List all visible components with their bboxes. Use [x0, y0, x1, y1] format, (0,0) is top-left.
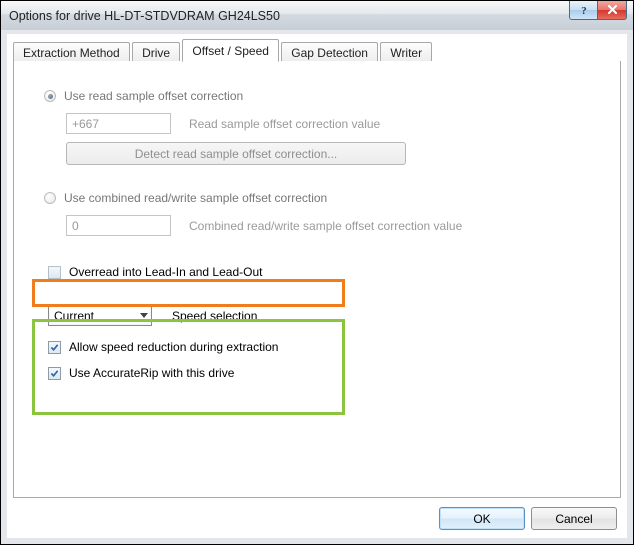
- label-speed-selection: Speed selection: [172, 309, 257, 323]
- speed-select[interactable]: Current: [48, 305, 152, 326]
- checkbox-use-accuraterip[interactable]: [48, 367, 61, 380]
- tab-offset-speed[interactable]: Offset / Speed: [182, 39, 279, 62]
- label-overread: Overread into Lead-In and Lead-Out: [69, 265, 262, 279]
- label-use-combined-offset: Use combined read/write sample offset co…: [64, 191, 327, 205]
- tab-strip: Extraction Method Drive Offset / Speed G…: [13, 38, 621, 62]
- checkbox-allow-reduction[interactable]: [48, 341, 61, 354]
- label-allow-reduction: Allow speed reduction during extraction: [69, 340, 278, 354]
- checkbox-overread[interactable]: [48, 266, 61, 279]
- close-button[interactable]: [598, 1, 627, 20]
- cancel-button[interactable]: Cancel: [531, 507, 617, 530]
- label-use-read-offset: Use read sample offset correction: [64, 89, 243, 103]
- checkmark-icon: [50, 369, 59, 378]
- radio-use-read-offset[interactable]: [44, 90, 56, 102]
- row-speed-select: Current Speed selection: [48, 305, 596, 326]
- label-combined-offset-value: Combined read/write sample offset correc…: [189, 219, 462, 233]
- label-read-offset-value: Read sample offset correction value: [189, 117, 380, 131]
- speed-select-value: Current: [54, 309, 94, 323]
- close-icon: [607, 5, 618, 15]
- highlight-overread: [32, 279, 345, 307]
- row-use-accuraterip: Use AccurateRip with this drive: [48, 366, 596, 380]
- input-combined-offset-value[interactable]: 0: [66, 215, 171, 236]
- tab-extraction-method[interactable]: Extraction Method: [13, 42, 130, 63]
- chevron-down-icon: [136, 306, 151, 325]
- tab-drive[interactable]: Drive: [132, 42, 180, 63]
- radio-dot-icon: [48, 94, 53, 99]
- offset-speed-panel: Use read sample offset correction +667 R…: [13, 61, 621, 498]
- help-button[interactable]: ?: [569, 1, 598, 20]
- row-use-read-offset: Use read sample offset correction: [44, 89, 596, 103]
- ok-button[interactable]: OK: [439, 507, 525, 530]
- input-read-offset-value[interactable]: +667: [66, 113, 171, 134]
- label-use-accuraterip: Use AccurateRip with this drive: [69, 366, 234, 380]
- row-detect-button: Detect read sample offset correction...: [66, 142, 596, 165]
- tab-gap-detection[interactable]: Gap Detection: [281, 42, 378, 63]
- window-buttons: ?: [569, 1, 627, 20]
- dialog-footer: OK Cancel: [439, 507, 617, 530]
- row-use-combined-offset: Use combined read/write sample offset co…: [44, 191, 596, 205]
- checkmark-icon: [50, 343, 59, 352]
- help-icon: ?: [579, 5, 589, 16]
- detect-offset-button[interactable]: Detect read sample offset correction...: [66, 142, 406, 165]
- window-title: Options for drive HL-DT-STDVDRAM GH24LS5…: [9, 9, 280, 23]
- row-read-value: +667 Read sample offset correction value: [66, 113, 596, 134]
- radio-use-combined-offset[interactable]: [44, 192, 56, 204]
- row-overread: Overread into Lead-In and Lead-Out: [48, 265, 596, 279]
- client-area: Extraction Method Drive Offset / Speed G…: [1, 30, 633, 544]
- row-allow-reduction: Allow speed reduction during extraction: [48, 340, 596, 354]
- tab-writer[interactable]: Writer: [380, 42, 432, 63]
- row-combined-value: 0 Combined read/write sample offset corr…: [66, 215, 596, 236]
- svg-text:?: ?: [581, 5, 587, 16]
- titlebar: Options for drive HL-DT-STDVDRAM GH24LS5…: [1, 1, 633, 31]
